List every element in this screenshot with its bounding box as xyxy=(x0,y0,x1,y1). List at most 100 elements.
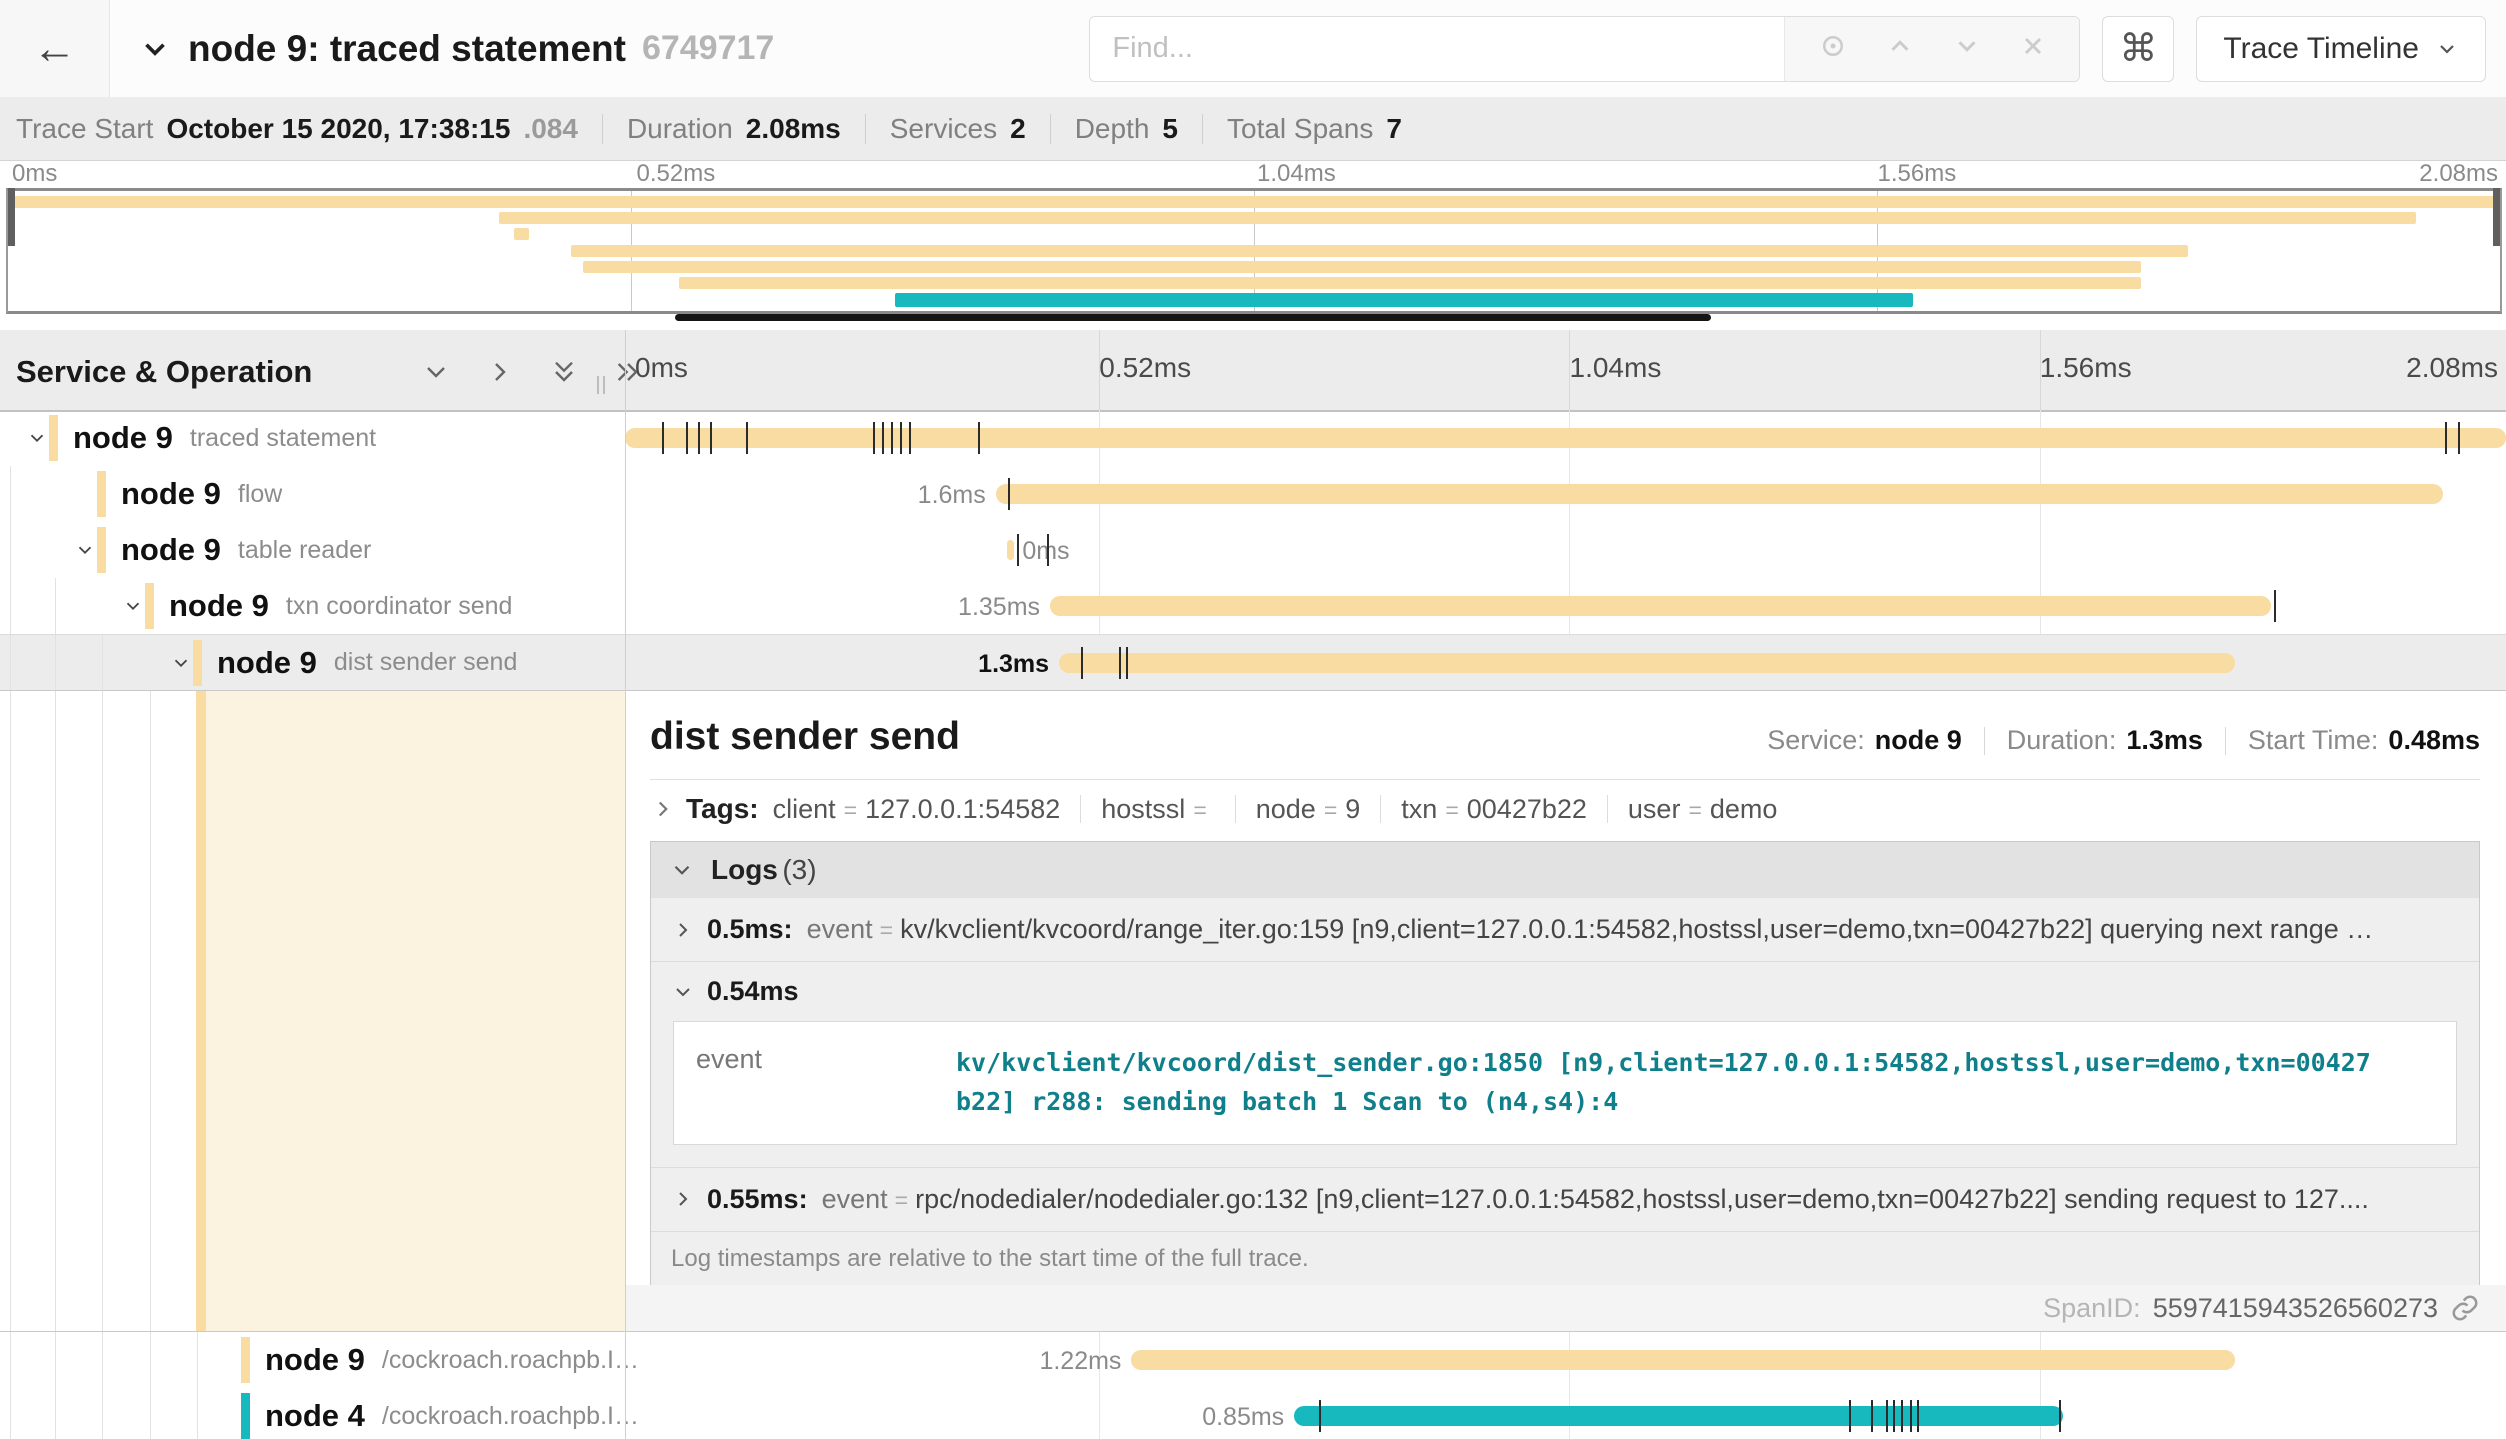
ruler-tick-label: 0ms xyxy=(12,160,57,188)
span-id-label: SpanID: xyxy=(2043,1293,2141,1324)
find-controls xyxy=(1784,17,2079,81)
summary-divider xyxy=(1050,114,1051,144)
summary-label: Services xyxy=(890,113,997,145)
trace-minimap[interactable] xyxy=(6,188,2502,314)
span-row[interactable]: node 9dist sender send1.3ms xyxy=(0,634,2506,690)
minimap-right-scrubber-handle[interactable] xyxy=(2493,188,2500,246)
log-entry-header[interactable]: 0.54ms xyxy=(651,962,2479,1015)
log-marker-tick xyxy=(686,422,688,454)
log-marker-tick xyxy=(1119,647,1121,679)
summary-label: Depth xyxy=(1075,113,1150,145)
log-marker-tick xyxy=(1047,534,1049,566)
equals-sign: = xyxy=(1316,797,1345,824)
tag-key: txn xyxy=(1401,794,1437,825)
span-expander-chevron-down-icon[interactable] xyxy=(170,652,193,674)
span-bar[interactable] xyxy=(1059,653,2235,673)
span-bar-track: 1.22ms xyxy=(625,1332,2506,1388)
span-color-strip xyxy=(196,691,206,1331)
log-marker-tick xyxy=(2445,422,2447,454)
span-bar[interactable] xyxy=(1131,1350,2234,1370)
span-bar[interactable] xyxy=(1050,596,2271,616)
match-highlight-icon[interactable] xyxy=(1818,31,1848,66)
span-row[interactable]: node 9traced statement xyxy=(0,410,2506,466)
span-row[interactable]: node 9txn coordinator send1.35ms xyxy=(0,578,2506,634)
span-duration-label: 1.3ms xyxy=(978,650,1049,679)
span-bar[interactable] xyxy=(996,484,2443,504)
equals-sign: = xyxy=(836,797,865,824)
span-duration-label: 1.22ms xyxy=(1039,1347,1121,1376)
tag-value: 00427b22 xyxy=(1467,794,1587,825)
span-name-column[interactable]: node 9traced statement xyxy=(0,410,651,466)
summary-divider xyxy=(1202,114,1203,144)
tags-toggle-row[interactable]: Tags: client=127.0.0.1:54582hostssl=node… xyxy=(650,793,2480,825)
equals-sign: = xyxy=(1437,797,1466,824)
tag-item: node=9 xyxy=(1256,794,1361,825)
logs-section: Logs (3) 0.5ms:event=kv/kvclient/kvcoord… xyxy=(650,841,2480,1287)
span-color-strip xyxy=(193,640,202,686)
logs-header[interactable]: Logs (3) xyxy=(651,842,2479,898)
span-detail-left-gutter xyxy=(0,691,625,1331)
clear-search-x-icon[interactable] xyxy=(2019,32,2047,65)
view-selector-button[interactable]: Trace Timeline xyxy=(2196,16,2486,82)
tag-divider xyxy=(1235,795,1236,823)
log-marker-tick xyxy=(1893,1400,1895,1432)
summary-value: 7 xyxy=(1386,113,1402,145)
span-expander-chevron-down-icon[interactable] xyxy=(122,595,145,617)
span-service-name: node 9 xyxy=(217,645,317,681)
span-name-column[interactable]: node 9table reader xyxy=(0,522,699,578)
deep-link-button[interactable] xyxy=(2450,1293,2480,1323)
summary-item: Services2 xyxy=(890,113,1026,145)
span-detail-meta: Service: node 9 Duration: 1.3ms Start Ti… xyxy=(1767,725,2480,756)
column-resize-grip[interactable] xyxy=(597,376,605,394)
span-name-column[interactable]: node 9flow xyxy=(0,466,722,522)
minimap-span-bar xyxy=(571,245,2188,257)
span-id-footer: SpanID: 5597415943526560273 xyxy=(626,1285,2506,1331)
keyboard-shortcuts-button[interactable]: ⌘ xyxy=(2102,16,2174,82)
prev-result-chevron-up-icon[interactable] xyxy=(1885,31,1915,66)
log-marker-tick xyxy=(2059,1400,2061,1432)
find-input[interactable] xyxy=(1090,17,1784,81)
log-timestamp: 0.55ms: xyxy=(707,1184,808,1215)
logs-note: Log timestamps are relative to the start… xyxy=(651,1231,2479,1286)
log-entry-expanded: 0.54mseventkv/kvclient/kvcoord/dist_send… xyxy=(651,961,2479,1145)
collapse-all-double-chevron-down-icon[interactable] xyxy=(548,356,580,391)
back-button[interactable]: ← xyxy=(0,0,110,97)
span-row[interactable]: node 4/cockroach.roachpb.I…0.85ms xyxy=(0,1388,2506,1439)
span-row[interactable]: node 9flow 1.6ms xyxy=(0,466,2506,522)
ruler-tick-label: 1.04ms xyxy=(1257,160,1336,188)
log-entry-collapsed[interactable]: 0.5ms:event=kv/kvclient/kvcoord/range_it… xyxy=(651,898,2479,961)
timeline-horizontal-scrollbar[interactable] xyxy=(675,314,1711,321)
trace-id-short: 6749717 xyxy=(642,29,774,68)
span-bar[interactable] xyxy=(625,428,2506,448)
tag-value: 127.0.0.1:54582 xyxy=(865,794,1060,825)
collapse-one-chevron-down-icon[interactable] xyxy=(420,356,452,391)
ruler-tick-label: 0.52ms xyxy=(1099,352,1191,384)
next-result-chevron-down-icon[interactable] xyxy=(1952,31,1982,66)
tag-value: 9 xyxy=(1345,794,1360,825)
span-duration-label: 1.6ms xyxy=(918,481,986,510)
log-marker-tick xyxy=(698,422,700,454)
expand-one-chevron-right-icon[interactable] xyxy=(484,356,516,391)
summary-item: Total Spans7 xyxy=(1227,113,1402,145)
span-bar-track xyxy=(625,410,2506,466)
equals-sign: = xyxy=(1185,797,1214,824)
span-expander-chevron-down-icon[interactable] xyxy=(74,539,97,561)
trace-collapse-chevron-down-icon[interactable] xyxy=(138,32,172,66)
minimap-left-scrubber-handle[interactable] xyxy=(8,188,15,246)
log-marker-tick xyxy=(1017,534,1019,566)
log-entry-collapsed[interactable]: 0.55ms:event=rpc/nodedialer/nodedialer.g… xyxy=(651,1167,2479,1231)
span-expander-chevron-down-icon[interactable] xyxy=(26,427,49,449)
span-duration-label: 0ms xyxy=(1022,537,1069,566)
top-bar-actions: ⌘ Trace Timeline xyxy=(1089,16,2486,82)
ruler-tick-label: 2.08ms xyxy=(2419,160,2498,188)
tags-label: Tags: xyxy=(686,793,759,825)
logs-count: (3) xyxy=(782,854,816,885)
panel-divider xyxy=(625,330,626,1439)
view-selector-label: Trace Timeline xyxy=(2223,32,2419,66)
chevron-right-icon xyxy=(671,1187,695,1211)
span-row[interactable]: node 9table reader 0ms xyxy=(0,522,2506,578)
minimap-span-bar xyxy=(514,228,528,240)
span-bar[interactable] xyxy=(1007,540,1014,560)
span-bar[interactable] xyxy=(1294,1406,2063,1426)
span-row[interactable]: node 9/cockroach.roachpb.I…1.22ms xyxy=(0,1332,2506,1388)
